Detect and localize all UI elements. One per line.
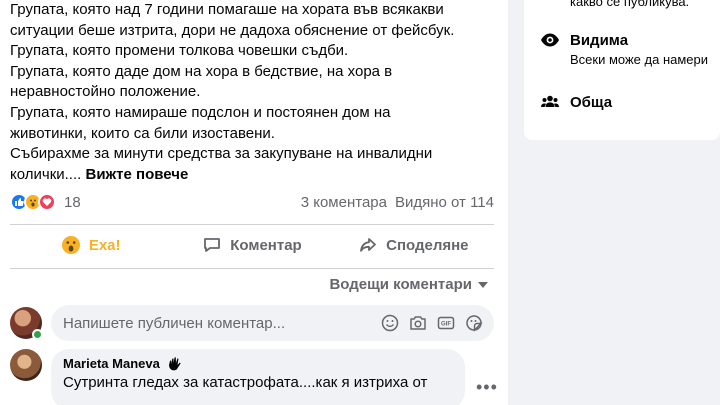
comment-input[interactable]	[63, 314, 380, 332]
group-about-panel: какво се публикува. Видима Всеки може да…	[524, 0, 720, 140]
camera-icon[interactable]	[408, 313, 428, 333]
more-options-icon[interactable]: •••	[476, 377, 498, 398]
see-more-link[interactable]: Вижте повече	[85, 166, 188, 183]
post-line: Групата, която даде дом на хора в бедств…	[10, 62, 393, 80]
online-status-icon	[32, 329, 43, 340]
wow-emoji-icon	[61, 236, 80, 254]
visibility-description: Всеки може да намери	[570, 52, 709, 67]
comment-input-box[interactable]: GIF	[51, 305, 494, 341]
share-icon	[360, 238, 377, 252]
post-line: Събирахме за минути средства за закупува…	[10, 145, 433, 163]
comment-icon	[204, 238, 221, 252]
divider	[10, 268, 494, 269]
share-button[interactable]: Споделяне	[333, 226, 494, 264]
post-line: Групата, която над 7 години помагаше на …	[10, 1, 444, 18]
post-line: колички....	[10, 165, 82, 183]
group-type-row: Обща	[540, 92, 612, 112]
sticker-icon[interactable]	[464, 313, 484, 333]
post-line-last: колички.... Вижте повече	[10, 165, 502, 186]
reactions-row: 18 3 коментара Видяно от 114	[10, 192, 494, 212]
comment-text: Сутринта гледах за катастрофата....как я…	[63, 374, 428, 391]
sort-label: Водещи коментари	[329, 276, 472, 293]
comment-author-row: Marieta Maneva	[63, 356, 453, 371]
group-type-title: Обща	[570, 93, 613, 111]
comment-author-name[interactable]: Marieta Maneva	[63, 356, 160, 371]
comment-label: Коментар	[230, 236, 302, 254]
emoji-icon[interactable]	[380, 313, 400, 333]
comment-count[interactable]: 3 коментара	[301, 194, 387, 211]
comment-author-avatar[interactable]	[10, 349, 42, 381]
current-user-avatar[interactable]	[10, 307, 43, 340]
eye-icon	[541, 33, 559, 47]
comment-sort-dropdown[interactable]: Водещи коментари	[329, 276, 488, 293]
comment-composer: GIF	[10, 305, 494, 341]
wow-label: Еха!	[88, 236, 121, 254]
visibility-row: Видима	[540, 30, 628, 50]
love-reaction-icon	[38, 193, 56, 211]
post-card: Групата, която над 7 години помагаше на …	[0, 0, 508, 405]
wave-hand-icon	[168, 356, 181, 370]
post-text: Групата, която над 7 години помагаше на …	[10, 0, 502, 185]
view-count: Видяно от 114	[394, 193, 494, 211]
wow-reaction-button[interactable]: Еха!	[10, 226, 171, 264]
gif-icon[interactable]: GIF	[436, 313, 456, 333]
post-line: Групата, която промени толкова човешки с…	[10, 42, 349, 60]
reaction-count[interactable]: 18	[64, 194, 81, 211]
post-stats: 3 коментара Видяно от 114	[301, 194, 494, 211]
post-actions: Еха! Коментар Споделяне	[10, 226, 494, 264]
post-line: животинки, които са били изоставени.	[10, 124, 275, 142]
comment-item: Marieta Maneva Сутринта гледах за катаст…	[10, 349, 500, 405]
post-line: неравностойно положение.	[10, 83, 201, 101]
people-icon	[541, 95, 559, 107]
divider	[10, 224, 494, 225]
post-line: ситуации беше изтрита, дори не дадоха об…	[10, 21, 455, 39]
privacy-description: какво се публикува.	[570, 0, 690, 9]
visibility-title: Видима	[570, 31, 629, 49]
post-line: Групата, която намираше подслон и постоя…	[10, 103, 391, 121]
comment-button[interactable]: Коментар	[171, 226, 332, 264]
share-label: Споделяне	[386, 236, 469, 254]
composer-icons: GIF	[380, 313, 484, 333]
reaction-icons[interactable]	[10, 193, 56, 211]
caret-down-icon	[478, 281, 488, 288]
comment-bubble: Marieta Maneva Сутринта гледах за катаст…	[51, 349, 465, 405]
svg-text:GIF: GIF	[441, 322, 451, 328]
